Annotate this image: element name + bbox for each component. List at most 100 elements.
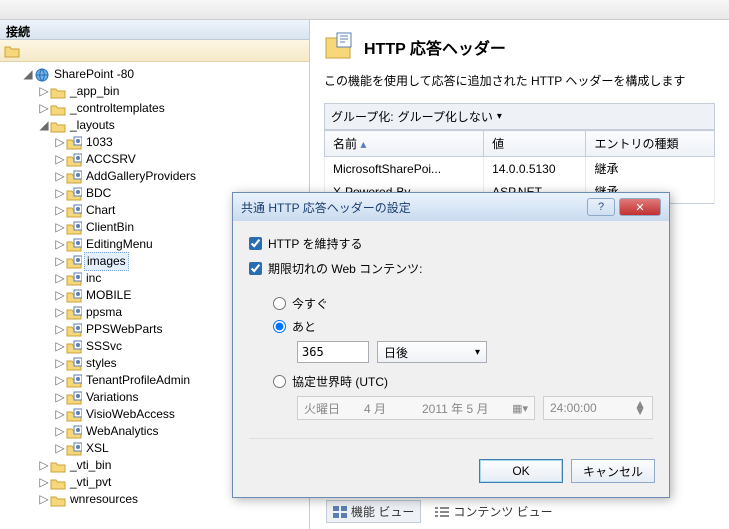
folder-icon — [50, 102, 68, 116]
tree-node[interactable]: ▷1033 — [6, 134, 309, 151]
cancel-button[interactable]: キャンセル — [571, 459, 655, 483]
expander-icon[interactable]: ▷ — [54, 321, 66, 338]
utc-time-picker[interactable]: 24:00:00 ▲▼ — [543, 396, 653, 420]
tree-node-label: Variations — [84, 389, 138, 406]
tree-node-label: EditingMenu — [84, 236, 153, 253]
tab-content-view[interactable]: コンテンツ ビュー — [429, 501, 558, 522]
col-name[interactable]: 名前 — [325, 131, 484, 157]
folder-icon — [66, 255, 84, 269]
radio-after[interactable]: あと — [273, 318, 653, 335]
radio-utc[interactable]: 協定世界時 (UTC) — [273, 373, 653, 390]
keep-http-label: HTTP を維持する — [268, 235, 362, 252]
expander-icon[interactable]: ▷ — [38, 457, 50, 474]
expander-icon[interactable]: ▷ — [54, 355, 66, 372]
keep-http-checkbox[interactable]: HTTP を維持する — [249, 235, 653, 252]
folder-icon — [66, 187, 84, 201]
folder-icon — [66, 221, 84, 235]
tree-node-label: inc — [84, 270, 101, 287]
folder-icon — [66, 357, 84, 371]
expander-icon[interactable]: ▷ — [38, 83, 50, 100]
tree-node-label: PPSWebParts — [84, 321, 162, 338]
group-dropdown[interactable]: グループ化しない — [398, 108, 502, 125]
expander-icon[interactable]: ▷ — [54, 236, 66, 253]
tree-node-label: VisioWebAccess — [84, 406, 175, 423]
expander-icon[interactable]: ▷ — [54, 270, 66, 287]
expander-icon[interactable]: ▷ — [54, 185, 66, 202]
tree-breadcrumb[interactable] — [0, 40, 309, 62]
radio-utc-input[interactable] — [273, 375, 286, 388]
radio-after-input[interactable] — [273, 320, 286, 333]
table-cell: 継承 — [586, 157, 715, 181]
folder-icon — [66, 153, 84, 167]
radio-immediately[interactable]: 今すぐ — [273, 295, 653, 312]
expander-icon[interactable]: ▷ — [54, 134, 66, 151]
folder-icon — [50, 476, 68, 490]
expander-icon[interactable]: ▷ — [38, 100, 50, 117]
folder-icon — [66, 408, 84, 422]
expander-icon[interactable]: ▷ — [54, 389, 66, 406]
help-button[interactable]: ? — [587, 198, 615, 216]
utc-date-picker[interactable]: 火曜日 4 月 2011 年 5 月 ▦▾ — [297, 396, 535, 420]
tab-label: 機能 ビュー — [351, 503, 414, 520]
expander-icon[interactable]: ◢ — [38, 117, 50, 134]
radio-immediately-input[interactable] — [273, 297, 286, 310]
keep-http-input[interactable] — [249, 237, 262, 250]
close-button[interactable]: ✕ — [619, 198, 661, 216]
expander-icon[interactable]: ▷ — [54, 219, 66, 236]
col-value[interactable]: 値 — [484, 131, 586, 157]
tree-node[interactable]: ▷ACCSRV — [6, 151, 309, 168]
folder-icon — [66, 289, 84, 303]
expander-icon[interactable]: ▷ — [54, 423, 66, 440]
tree-node[interactable]: ▷_controltemplates — [6, 100, 309, 117]
page-description: この機能を使用して応答に追加された HTTP ヘッダーを構成します — [324, 72, 715, 89]
expire-content-checkbox[interactable]: 期限切れの Web コンテンツ: — [249, 260, 653, 277]
ok-button[interactable]: OK — [479, 459, 563, 483]
after-value-input[interactable] — [297, 341, 369, 363]
http-headers-icon — [324, 32, 354, 62]
group-by-bar: グループ化: グループ化しない — [324, 103, 715, 130]
radio-utc-label: 協定世界時 (UTC) — [292, 373, 388, 390]
expander-icon[interactable]: ▷ — [54, 338, 66, 355]
expander-icon[interactable]: ▷ — [54, 168, 66, 185]
expander-icon[interactable]: ▷ — [54, 406, 66, 423]
view-tabs: 機能 ビュー コンテンツ ビュー — [326, 500, 559, 523]
group-label: グループ化: — [331, 108, 394, 125]
expander-icon[interactable]: ▷ — [54, 253, 66, 270]
tree-node-label: ClientBin — [84, 219, 134, 236]
dialog-titlebar[interactable]: 共通 HTTP 応答ヘッダーの設定 ? ✕ — [233, 193, 669, 221]
tree-node-label: images — [84, 252, 129, 271]
tree-node-root[interactable]: ◢ SharePoint -80 — [6, 66, 309, 83]
expander-icon[interactable]: ▷ — [54, 287, 66, 304]
expander-icon[interactable]: ▷ — [54, 304, 66, 321]
folder-icon — [66, 442, 84, 456]
folder-icon — [50, 493, 68, 507]
after-unit-combo[interactable]: 日後 — [377, 341, 487, 363]
expander-icon[interactable]: ▷ — [54, 151, 66, 168]
tree-node-label: XSL — [84, 440, 109, 457]
common-http-headers-dialog: 共通 HTTP 応答ヘッダーの設定 ? ✕ HTTP を維持する 期限切れの W… — [232, 192, 670, 498]
expire-content-input[interactable] — [249, 262, 262, 275]
tree-node-label: wnresources — [68, 491, 138, 508]
expander-icon[interactable]: ▷ — [38, 491, 50, 508]
expander-icon[interactable]: ▷ — [54, 202, 66, 219]
folder-icon — [66, 391, 84, 405]
tree-node[interactable]: ◢_layouts — [6, 117, 309, 134]
folder-icon — [66, 136, 84, 150]
col-entry-type[interactable]: エントリの種類 — [586, 131, 715, 157]
folder-icon — [50, 459, 68, 473]
tree-node[interactable]: ▷ _app_bin — [6, 83, 309, 100]
tree-node[interactable]: ▷ AddGalleryProviders — [6, 168, 309, 185]
expander-icon[interactable]: ◢ — [22, 66, 34, 83]
tree-node-label: TenantProfileAdmin — [84, 372, 190, 389]
tree-node-label: AddGalleryProviders — [84, 168, 196, 185]
tab-features-view[interactable]: 機能 ビュー — [326, 500, 421, 523]
expander-icon[interactable]: ▷ — [54, 440, 66, 457]
folder-icon — [50, 119, 68, 133]
folder-icon — [66, 340, 84, 354]
expander-icon[interactable]: ▷ — [54, 372, 66, 389]
folder-icon — [66, 323, 84, 337]
list-icon — [435, 506, 449, 518]
table-row[interactable]: MicrosoftSharePoi...14.0.0.5130継承 — [325, 157, 715, 181]
tree-node-label: _app_bin — [68, 83, 119, 100]
expander-icon[interactable]: ▷ — [38, 474, 50, 491]
